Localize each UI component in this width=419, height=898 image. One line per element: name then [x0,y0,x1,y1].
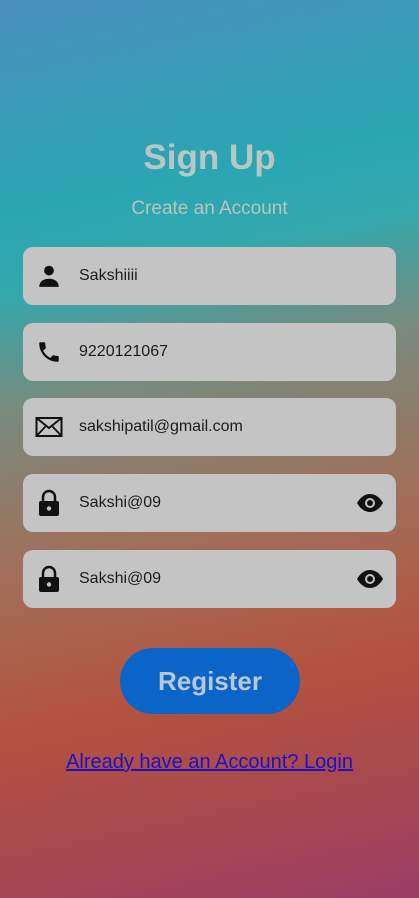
page-subtitle: Create an Account [131,198,288,219]
eye-icon[interactable] [356,565,384,593]
lock-icon [35,489,63,517]
phone-field[interactable]: 9220121067 [23,323,396,381]
person-icon [35,262,63,290]
confirm-password-input[interactable]: Sakshi@09 [79,570,356,588]
confirm-password-field[interactable]: Sakshi@09 [23,550,396,608]
password-field[interactable]: Sakshi@09 [23,474,396,532]
page-title: Sign Up [143,138,276,177]
register-button[interactable]: Register [120,648,300,714]
name-input[interactable]: Sakshiiii [79,267,396,285]
phone-icon [35,338,63,366]
name-field[interactable]: Sakshiiii [23,247,396,305]
password-input[interactable]: Sakshi@09 [79,494,356,512]
email-input[interactable]: sakshipatil@gmail.com [79,418,396,436]
eye-icon[interactable] [356,489,384,517]
lock-icon [35,565,63,593]
login-link[interactable]: Already have an Account? Login [0,751,419,774]
email-field[interactable]: sakshipatil@gmail.com [23,398,396,456]
phone-input[interactable]: 9220121067 [79,343,396,361]
mail-icon [35,413,63,441]
signup-screen: Sign Up Create an Account Sakshiiii 9220… [0,0,419,898]
